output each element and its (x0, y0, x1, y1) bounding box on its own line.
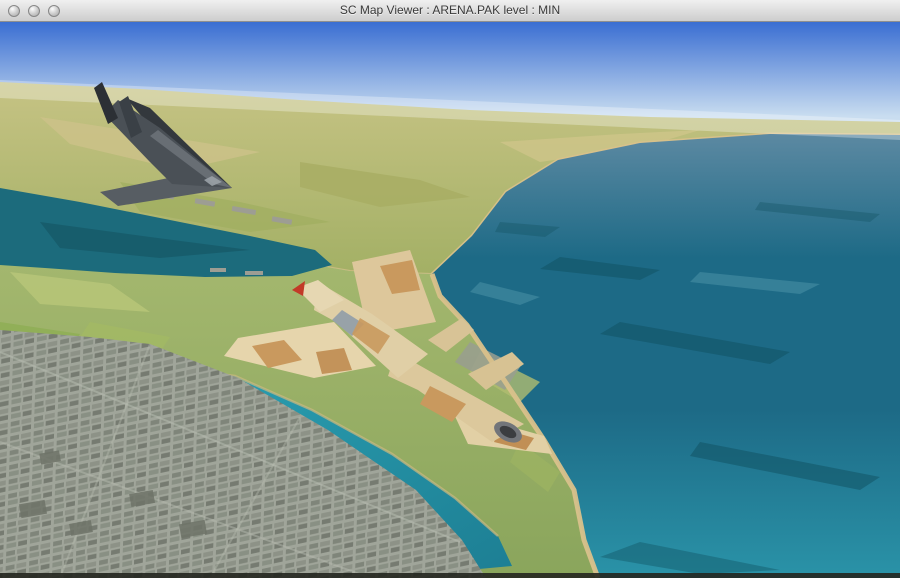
minimize-button-icon[interactable] (28, 4, 40, 17)
viewport-bottom-edge (0, 573, 900, 578)
window-title: SC Map Viewer : ARENA.PAK level : MIN (339, 3, 561, 17)
window-titlebar: SC Map Viewer : ARENA.PAK level : MIN (0, 0, 900, 22)
window-controls (8, 0, 60, 21)
map-3d-scene (0, 22, 900, 578)
app-window: SC Map Viewer : ARENA.PAK level : MIN (0, 0, 900, 578)
zoom-button-icon[interactable] (48, 4, 60, 17)
close-button-icon[interactable] (8, 4, 20, 17)
map-viewport[interactable] (0, 22, 900, 578)
